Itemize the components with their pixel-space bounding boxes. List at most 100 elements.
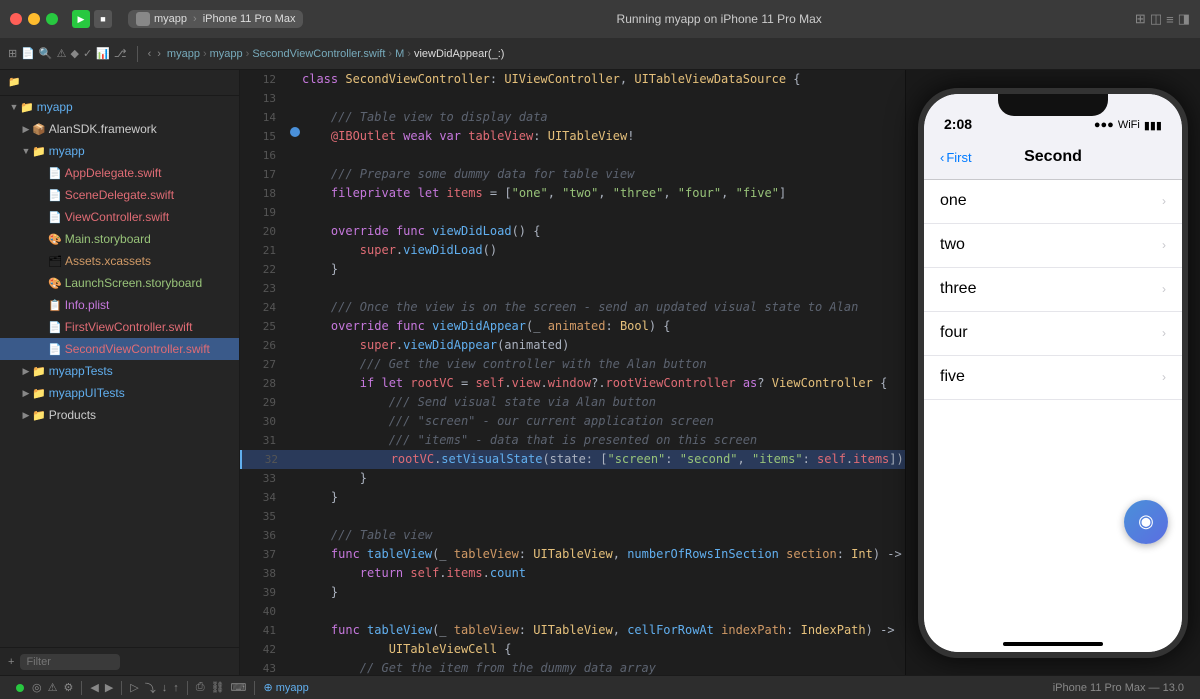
- toolbar-test-icon[interactable]: ✓: [83, 47, 92, 60]
- home-indicator: [1003, 642, 1103, 646]
- sidebar-label: Assets.xcassets: [65, 254, 151, 268]
- add-icon[interactable]: +: [8, 656, 14, 668]
- code-line-15: 15 @IBOutlet weak var tableView: UITable…: [240, 127, 905, 146]
- phone-table-view[interactable]: one › two › three › four ›: [924, 180, 1182, 624]
- sidebar-item-myappuitests[interactable]: ▶ 📁 myappUITests: [0, 382, 239, 404]
- inspector-icon[interactable]: ◨: [1178, 11, 1190, 27]
- test-folder-icon: 📁: [32, 365, 46, 378]
- main-area: 📁 ▼ 📁 myapp ▶ 📦 AlanSDK.framework ▼ 📁 my…: [0, 70, 1200, 675]
- sidebar-item-viewcontroller[interactable]: 📄 ViewController.swift: [0, 206, 239, 228]
- maximize-button[interactable]: [46, 13, 58, 25]
- step-in-icon[interactable]: ↓: [162, 682, 168, 694]
- sidebar-header: 📁: [0, 70, 239, 96]
- step-over-icon[interactable]: ⤵: [145, 680, 156, 696]
- sidebar-item-myapp-group[interactable]: ▼ 📁 myapp: [0, 140, 239, 162]
- table-row[interactable]: one ›: [924, 180, 1182, 224]
- code-line-38: 38 return self.items.count: [240, 564, 905, 583]
- code-line-35: 35: [240, 507, 905, 526]
- location-icon[interactable]: ◎: [32, 681, 42, 694]
- myapp-scheme-icon[interactable]: ⊕ myapp: [263, 681, 308, 694]
- terminal-icon[interactable]: ⌨: [231, 681, 247, 694]
- framework-icon: 📦: [32, 123, 46, 136]
- filter-input[interactable]: [20, 654, 120, 670]
- toolbar-breakpoint-icon[interactable]: ◆: [71, 47, 79, 60]
- sidebar-item-firstviewcontroller[interactable]: 📄 FirstViewController.swift: [0, 316, 239, 338]
- close-button[interactable]: [10, 13, 22, 25]
- nav-prev-icon[interactable]: ◀: [90, 681, 98, 694]
- code-line-19: 19: [240, 203, 905, 222]
- minimize-button[interactable]: [28, 13, 40, 25]
- code-line-26: 26 super.viewDidAppear(animated): [240, 336, 905, 355]
- table-row[interactable]: four ›: [924, 312, 1182, 356]
- alan-button[interactable]: ◉: [1124, 500, 1168, 544]
- sidebar-item-products[interactable]: ▶ 📁 Products: [0, 404, 239, 426]
- simulator-panel: 2:08 ●●● WiFi ▮▮▮ ‹ First Second: [905, 70, 1200, 675]
- toolbar-search-icon[interactable]: 🔍: [39, 47, 53, 60]
- sidebar-item-myapp-root[interactable]: ▼ 📁 myapp: [0, 96, 239, 118]
- sidebar-bottom: +: [0, 647, 239, 675]
- code-line-34: 34 }: [240, 488, 905, 507]
- toolbar-warning-icon[interactable]: ⚠: [57, 47, 67, 60]
- code-line-41: 41 func tableView(_ tableView: UITableVi…: [240, 621, 905, 640]
- code-line-14: 14 /// Table view to display data: [240, 108, 905, 127]
- table-row-text: five: [940, 368, 965, 386]
- nav-forward-icon[interactable]: ›: [157, 48, 161, 60]
- app-scheme-badge[interactable]: myapp › iPhone 11 Pro Max: [128, 10, 303, 28]
- stop-button[interactable]: ■: [94, 10, 112, 28]
- sidebar-item-launchscreen[interactable]: 🎨 LaunchScreen.storyboard: [0, 272, 239, 294]
- run-button[interactable]: ▶: [72, 10, 90, 28]
- run2-icon[interactable]: ▷: [130, 681, 138, 694]
- toolbar-source-icon[interactable]: ⎇: [114, 47, 127, 60]
- phone-home-bar: [924, 624, 1182, 652]
- step-out-icon[interactable]: ↑: [173, 682, 179, 694]
- sidebar-item-myapptests[interactable]: ▶ 📁 myappTests: [0, 360, 239, 382]
- nav-back-icon[interactable]: ‹: [148, 48, 152, 60]
- sidebar-item-scenedelegate[interactable]: 📄 SceneDelegate.swift: [0, 184, 239, 206]
- device-name: iPhone 11 Pro Max: [203, 13, 296, 25]
- table-row-text: three: [940, 280, 976, 298]
- breadcrumb-myapp2[interactable]: myapp: [210, 48, 243, 60]
- breadcrumb-method[interactable]: viewDidAppear(_:): [414, 48, 504, 60]
- sidebar-label: SceneDelegate.swift: [65, 188, 174, 202]
- sidebar-item-secondviewcontroller[interactable]: 📄 SecondViewController.swift: [0, 338, 239, 360]
- breadcrumb-symbol[interactable]: M: [395, 48, 404, 60]
- navigator-icon[interactable]: ◫: [1150, 11, 1162, 27]
- toolbar-file-icon[interactable]: 📄: [21, 47, 35, 60]
- nav-back-button[interactable]: ‹ First: [940, 150, 972, 165]
- code-line-12: 12 class SecondViewController: UIViewCon…: [240, 70, 905, 89]
- toolbar-report-icon[interactable]: 📊: [96, 47, 110, 60]
- app-icon: [136, 12, 150, 26]
- titlebar: ▶ ■ myapp › iPhone 11 Pro Max Running my…: [0, 0, 1200, 38]
- table-row-chevron-icon: ›: [1162, 194, 1166, 208]
- expand-arrow: ▶: [20, 124, 32, 135]
- table-row[interactable]: two ›: [924, 224, 1182, 268]
- assets-icon: 🗂: [48, 255, 62, 268]
- share-icon[interactable]: ⎙: [196, 681, 205, 694]
- sidebar-item-mainstoryboard[interactable]: 🎨 Main.storyboard: [0, 228, 239, 250]
- sidebar-item-assets[interactable]: 🗂 Assets.xcassets: [0, 250, 239, 272]
- code-editor[interactable]: 12 class SecondViewController: UIViewCon…: [240, 70, 905, 675]
- link-icon[interactable]: ⛓: [211, 681, 225, 694]
- sidebar-item-alansdk[interactable]: ▶ 📦 AlanSDK.framework: [0, 118, 239, 140]
- status-icons: ●●● WiFi ▮▮▮: [1094, 119, 1162, 132]
- nav-title: Second: [1024, 148, 1082, 166]
- sidebar-label: myappTests: [49, 364, 113, 378]
- code-line-25: 25 override func viewDidAppear(_ animate…: [240, 317, 905, 336]
- toolbar-grid-icon[interactable]: ⊞: [8, 47, 17, 60]
- sidebar-item-appdelegate[interactable]: 📄 AppDelegate.swift: [0, 162, 239, 184]
- table-row[interactable]: five ›: [924, 356, 1182, 400]
- nav-next-icon[interactable]: ▶: [105, 681, 113, 694]
- debug-icon[interactable]: ≡: [1166, 12, 1174, 27]
- panel-toggle-icon[interactable]: ⊞: [1135, 11, 1146, 27]
- breadcrumb-file[interactable]: SecondViewController.swift: [252, 48, 385, 60]
- status-indicator: [16, 684, 24, 692]
- breadcrumb-myapp1[interactable]: myapp: [167, 48, 200, 60]
- sidebar-item-infoplist[interactable]: 📋 Info.plist: [0, 294, 239, 316]
- code-line-18: 18 fileprivate let items = ["one", "two"…: [240, 184, 905, 203]
- swift-file-icon: 📄: [48, 189, 62, 202]
- settings-icon[interactable]: ⚙: [63, 681, 73, 694]
- warning-icon[interactable]: ⚠: [48, 681, 58, 694]
- phone-nav-bar: ‹ First Second: [924, 136, 1182, 180]
- breadcrumb: myapp › myapp › SecondViewController.swi…: [167, 48, 505, 60]
- table-row[interactable]: three ›: [924, 268, 1182, 312]
